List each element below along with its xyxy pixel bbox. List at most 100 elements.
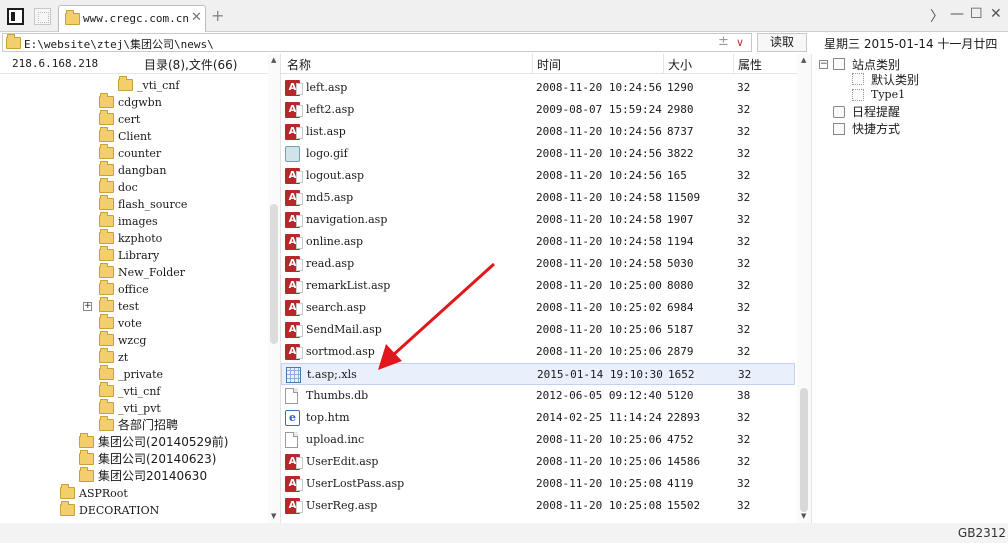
- forward-icon[interactable]: 〉: [930, 6, 944, 26]
- status-bar: GB2312: [0, 523, 1008, 543]
- file-row[interactable]: Amd5.asp 2008-11-20 10:24:58 11509 32: [281, 187, 795, 209]
- category-group-icon: [833, 58, 845, 70]
- file-row[interactable]: logo.gif 2008-11-20 10:24:56 3822 32: [281, 143, 795, 165]
- file-time: 2008-11-20 10:24:56: [536, 81, 662, 94]
- asp-file-icon: A: [285, 212, 303, 228]
- column-name[interactable]: 名称: [287, 56, 311, 73]
- encoding-label[interactable]: GB2312: [958, 526, 1006, 540]
- read-button[interactable]: 读取: [757, 33, 807, 52]
- file-row[interactable]: A UserLostPass.asp 2008-11-20 10:25:08 4119…: [281, 473, 795, 495]
- asp-file-icon: A: [285, 190, 303, 206]
- file-row[interactable]: A SendMail.asp 2008-11-20 10:25:06 5187 32: [281, 319, 795, 341]
- file-name: logout.asp: [306, 169, 365, 182]
- scroll-down-icon[interactable]: ▼: [801, 512, 806, 520]
- file-name: t.asp;.xls: [307, 368, 357, 381]
- file-name: UserEdit.asp: [306, 455, 379, 468]
- file-row[interactable]: Aleft.asp 2008-11-20 10:24:56 1290 32: [281, 77, 795, 99]
- tab-bar: www.cregc.com.cn ✕ + 〉 — ☐ ✕: [0, 0, 1008, 32]
- expand-icon[interactable]: +: [83, 302, 92, 311]
- column-separator[interactable]: [663, 54, 664, 74]
- asp-file-icon: A: [285, 454, 303, 470]
- dir-file-counts: 目录(8),文件(66): [144, 58, 238, 72]
- column-separator[interactable]: [733, 54, 734, 74]
- default-category[interactable]: 默认类别: [871, 71, 919, 88]
- scroll-up-icon[interactable]: ▲: [801, 56, 806, 64]
- tree-node-label: 集团公司(20140623): [98, 452, 217, 466]
- tab-cregc[interactable]: www.cregc.com.cn ✕: [58, 5, 206, 32]
- schedule-reminder[interactable]: 日程提醒: [852, 103, 900, 120]
- asp-file-icon: A: [285, 300, 303, 316]
- type1-category[interactable]: Type1: [871, 88, 905, 101]
- panel-toggle-icon[interactable]: [7, 8, 24, 25]
- asp-file-icon: A: [285, 256, 303, 272]
- scroll-thumb[interactable]: [800, 388, 808, 512]
- column-attr[interactable]: 属性: [738, 56, 762, 73]
- tree-node-label: _vti_pvt: [118, 402, 161, 415]
- minimize-button[interactable]: —: [950, 6, 964, 22]
- asp-file-icon: A: [285, 234, 303, 250]
- maximize-button[interactable]: ☐: [970, 6, 983, 22]
- tree-node-label: doc: [118, 181, 138, 194]
- file-name: left2.asp: [306, 103, 355, 116]
- tree-node-label: ASPRoot: [79, 487, 128, 500]
- folder-icon: [118, 76, 133, 91]
- chevron-down-icon[interactable]: ∨: [736, 36, 744, 49]
- file-row[interactable]: A UserEdit.asp 2008-11-20 10:25:06 14586 32: [281, 451, 795, 473]
- file-row[interactable]: Aread.asp 2008-11-20 10:24:58 5030 32: [281, 253, 795, 275]
- file-row[interactable]: AremarkList.asp 2008-11-20 10:25:00 8080 32: [281, 275, 795, 297]
- file-size: 1907: [667, 213, 694, 226]
- file-attr: 32: [737, 235, 751, 248]
- folder-icon: [79, 450, 94, 465]
- plus-minus-icon[interactable]: ±: [718, 34, 729, 49]
- file-time: 2008-11-20 10:25:06: [536, 323, 662, 336]
- file-row[interactable]: A UserReg.asp 2008-11-20 10:25:08 15502 32: [281, 495, 795, 517]
- close-window-button[interactable]: ✕: [990, 6, 1002, 22]
- column-time[interactable]: 时间: [537, 56, 561, 73]
- tree-scrollbar[interactable]: ▲ ▼: [268, 54, 280, 523]
- blank-tab-icon[interactable]: [34, 8, 51, 25]
- folder-icon: [99, 144, 114, 159]
- scroll-thumb[interactable]: [270, 204, 278, 344]
- shortcuts[interactable]: 快捷方式: [852, 120, 900, 137]
- file-row[interactable]: Thumbs.db 2012-06-05 09:12:40 5120 38: [281, 385, 795, 407]
- tree-node-label: DECORATION: [79, 504, 160, 517]
- path-input[interactable]: E:\website\ztej\集团公司\news\ ± ∨: [2, 33, 752, 52]
- column-size[interactable]: 大小: [668, 56, 692, 73]
- scroll-up-icon[interactable]: ▲: [271, 56, 276, 64]
- file-row[interactable]: Asearch.asp 2008-11-20 10:25:02 6984 32: [281, 297, 795, 319]
- folder-icon: [99, 246, 114, 261]
- column-separator[interactable]: [532, 54, 533, 74]
- file-row[interactable]: Alogout.asp 2008-11-20 10:24:56 165 32: [281, 165, 795, 187]
- file-size: 3822: [667, 147, 694, 160]
- file-list-scrollbar[interactable]: ▲ ▼: [797, 54, 811, 523]
- file-attr: 32: [737, 169, 751, 182]
- file-row[interactable]: Alist.asp 2008-11-20 10:24:56 8737 32: [281, 121, 795, 143]
- html-file-icon: e: [285, 410, 300, 426]
- file-row[interactable]: Aonline.asp 2008-11-20 10:24:58 1194 32: [281, 231, 795, 253]
- file-attr: 32: [737, 147, 751, 160]
- file-size: 1290: [667, 81, 694, 94]
- folder-icon: [99, 110, 114, 125]
- file-name: Thumbs.db: [306, 389, 369, 402]
- new-tab-button[interactable]: +: [211, 6, 224, 25]
- file-row[interactable]: t.asp;.xls 2015-01-14 19:10:30 1652 32: [281, 363, 795, 385]
- folder-icon: [99, 195, 114, 210]
- collapse-icon[interactable]: −: [819, 60, 828, 69]
- file-time: 2009-08-07 15:59:24: [536, 103, 662, 116]
- file-attr: 32: [737, 191, 751, 204]
- file-time: 2008-11-20 10:25:06: [536, 455, 662, 468]
- file-attr: 32: [737, 455, 751, 468]
- asp-file-icon: A: [285, 322, 303, 338]
- file-row[interactable]: Anavigation.asp 2008-11-20 10:24:58 1907 32: [281, 209, 795, 231]
- scroll-down-icon[interactable]: ▼: [271, 512, 276, 520]
- file-attr: 32: [737, 257, 751, 270]
- file-row[interactable]: Aleft2.asp 2009-08-07 15:59:24 2980 32: [281, 99, 795, 121]
- file-row[interactable]: upload.inc 2008-11-20 10:25:06 4752 32: [281, 429, 795, 451]
- file-row[interactable]: e top.htm 2014-02-25 11:14:24 22893 32: [281, 407, 795, 429]
- asp-file-icon: A: [285, 124, 303, 140]
- tab-close-icon[interactable]: ✕: [191, 10, 202, 25]
- file-row[interactable]: Asortmod.asp 2008-11-20 10:25:06 2879 32: [281, 341, 795, 363]
- clock-icon: [833, 106, 845, 118]
- folder-icon: [65, 10, 80, 25]
- tree-node-label: cert: [118, 113, 141, 126]
